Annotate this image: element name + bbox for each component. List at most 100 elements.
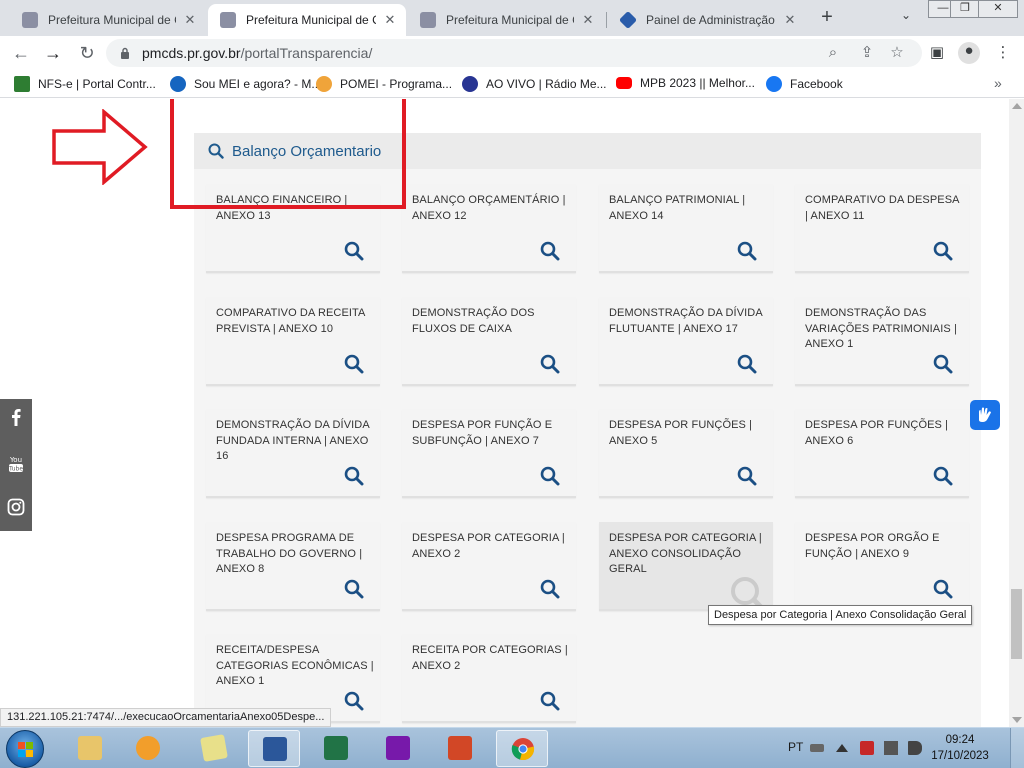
report-card[interactable]: BALANÇO ORÇAMENTÁRIO | ANEXO 12 <box>402 184 576 273</box>
clock-date: 17/10/2023 <box>931 750 989 762</box>
magnifier-icon[interactable] <box>344 691 364 711</box>
magnifier-icon[interactable] <box>344 354 364 374</box>
profile-avatar-icon[interactable]: ● <box>958 42 980 64</box>
magnifier-icon[interactable] <box>344 579 364 599</box>
report-card[interactable]: DESPESA POR CATEGORIA | ANEXO CONSOLIDAÇ… <box>599 522 773 615</box>
magnifier-icon[interactable] <box>737 354 757 374</box>
report-card[interactable]: COMPARATIVO DA DESPESA | ANEXO 11 <box>795 184 969 273</box>
start-button[interactable] <box>6 730 44 768</box>
taskbar-word[interactable] <box>248 730 300 767</box>
menu-kebab-icon[interactable]: ⋮ <box>994 44 1012 62</box>
taskbar-clock[interactable]: 09:24 17/10/2023 <box>930 732 990 764</box>
restore-button[interactable]: ❐ <box>950 0 980 18</box>
volume-icon[interactable] <box>908 741 922 755</box>
prefeitura-favicon-icon <box>420 12 436 28</box>
action-center-flag-icon[interactable] <box>860 741 874 755</box>
taskbar-media-player[interactable] <box>122 730 174 767</box>
bookmark-youtube[interactable]: MPB 2023 || Melhor... <box>616 76 755 90</box>
tab-2[interactable]: Prefeitura Municipal de C ✕ <box>208 4 406 36</box>
tab-3[interactable]: Prefeitura Municipal de C ✕ <box>408 4 604 36</box>
report-card-label: BALANÇO PATRIMONIAL | ANEXO 14 <box>609 194 746 222</box>
tab-search-icon[interactable]: ⌄ <box>896 8 916 28</box>
taskbar-chrome[interactable] <box>496 730 548 767</box>
word-icon <box>263 737 287 761</box>
bookmark-radio[interactable]: AO VIVO | Rádio Me... <box>462 76 607 92</box>
close-icon[interactable]: ✕ <box>382 12 398 28</box>
instagram-icon[interactable] <box>6 497 26 517</box>
report-card[interactable]: DESPESA POR ORGÃO E FUNÇÃO | ANEXO 9 <box>795 522 969 611</box>
magnifier-icon[interactable] <box>933 466 953 486</box>
magnifier-icon[interactable] <box>540 466 560 486</box>
zoom-icon[interactable]: ⌕ <box>824 44 842 62</box>
magnifier-icon[interactable] <box>737 241 757 261</box>
hover-tooltip: Despesa por Categoria | Anexo Consolidaç… <box>708 605 973 625</box>
report-card[interactable]: COMPARATIVO DA RECEITA PREVISTA | ANEXO … <box>206 297 380 386</box>
report-card-label: RECEITA POR CATEGORIAS | ANEXO 2 <box>412 644 568 672</box>
side-panel-icon[interactable]: ▣ <box>928 44 946 62</box>
back-icon[interactable]: ← <box>10 42 32 64</box>
magnifier-icon[interactable] <box>344 466 364 486</box>
close-icon[interactable]: ✕ <box>782 12 798 28</box>
report-card[interactable]: DEMONSTRAÇÃO DAS VARIAÇÕES PATRIMONIAIS … <box>795 297 969 386</box>
magnifier-icon[interactable] <box>540 691 560 711</box>
tab-4[interactable]: Painel de Administração ✕ <box>608 4 806 36</box>
scroll-down-icon[interactable] <box>1012 717 1022 723</box>
report-card[interactable]: DESPESA POR FUNÇÕES | ANEXO 5 <box>599 409 773 498</box>
facebook-icon[interactable] <box>6 407 26 427</box>
bookmark-facebook[interactable]: Facebook <box>766 76 843 92</box>
tab-separator <box>606 12 607 28</box>
page-viewport: Balanço Orçamentario BALANÇO FINANCEIRO … <box>0 99 1024 727</box>
more-bookmarks-icon[interactable]: » <box>994 75 1002 91</box>
close-icon[interactable]: ✕ <box>580 12 596 28</box>
forward-icon[interactable]: → <box>42 42 64 64</box>
magnifier-icon[interactable] <box>540 354 560 374</box>
report-card[interactable]: DEMONSTRAÇÃO DA DÍVIDA FLUTUANTE | ANEXO… <box>599 297 773 386</box>
report-card[interactable]: DEMONSTRAÇÃO DA DÍVIDA FUNDADA INTERNA |… <box>206 409 380 498</box>
new-tab-button[interactable]: + <box>814 6 840 30</box>
reload-icon[interactable]: ↻ <box>76 42 98 64</box>
magnifier-icon[interactable] <box>933 579 953 599</box>
share-icon[interactable]: ⇪ <box>858 44 876 62</box>
magnifier-icon[interactable] <box>933 241 953 261</box>
prefeitura-favicon-icon <box>220 12 236 28</box>
scrollbar-thumb[interactable] <box>1011 589 1022 659</box>
show-desktop-button[interactable] <box>1010 728 1024 768</box>
taskbar-excel[interactable] <box>310 730 362 767</box>
language-indicator[interactable]: PT <box>788 740 803 754</box>
taskbar-onenote[interactable] <box>372 730 424 767</box>
magnifier-icon[interactable] <box>344 241 364 261</box>
powerpoint-icon <box>448 736 472 760</box>
report-card[interactable]: DESPESA POR FUNÇÕES | ANEXO 6 <box>795 409 969 498</box>
youtube-icon[interactable]: You Tube <box>6 454 26 474</box>
bookmark-pomei[interactable]: POMEI - Programa... <box>316 76 452 92</box>
magnifier-icon[interactable] <box>540 241 560 261</box>
magnifier-icon[interactable] <box>737 466 757 486</box>
explorer-icon <box>78 736 102 760</box>
network-icon[interactable] <box>884 741 898 755</box>
magnifier-icon[interactable] <box>933 354 953 374</box>
tab-1[interactable]: Prefeitura Municipal de C ✕ <box>10 4 206 36</box>
report-card[interactable]: DEMONSTRAÇÃO DOS FLUXOS DE CAIXA <box>402 297 576 386</box>
report-card[interactable]: BALANÇO PATRIMONIAL | ANEXO 14 <box>599 184 773 273</box>
bookmark-star-icon[interactable]: ☆ <box>888 44 906 62</box>
address-bar[interactable]: pmcds.pr.gov.br/portalTransparencia/ <box>106 39 922 67</box>
show-hidden-icons-icon[interactable] <box>836 744 848 752</box>
browser-toolbar: ← → ↻ pmcds.pr.gov.br/portalTransparenci… <box>0 36 1024 70</box>
close-window-button[interactable]: ✕ <box>978 0 1018 18</box>
report-card[interactable]: DESPESA POR CATEGORIA | ANEXO 2 <box>402 522 576 611</box>
onenote-icon <box>386 736 410 760</box>
taskbar-notes[interactable] <box>188 730 240 767</box>
report-card[interactable]: DESPESA PROGRAMA DE TRABALHO DO GOVERNO … <box>206 522 380 611</box>
accessibility-vlibras-button[interactable] <box>970 400 1000 430</box>
close-icon[interactable]: ✕ <box>182 12 198 28</box>
page-scrollbar[interactable] <box>1009 99 1024 727</box>
scroll-up-icon[interactable] <box>1012 103 1022 109</box>
taskbar-explorer[interactable] <box>64 730 116 767</box>
magnifier-icon[interactable] <box>540 579 560 599</box>
keyboard-icon[interactable] <box>810 744 824 752</box>
bookmark-mei[interactable]: Sou MEI e agora? - M... <box>170 76 321 92</box>
report-card[interactable]: RECEITA POR CATEGORIAS | ANEXO 2 <box>402 634 576 723</box>
bookmark-nfse[interactable]: NFS-e | Portal Contr... <box>14 76 156 92</box>
report-card[interactable]: DESPESA POR FUNÇÃO E SUBFUNÇÃO | ANEXO 7 <box>402 409 576 498</box>
taskbar-powerpoint[interactable] <box>434 730 486 767</box>
